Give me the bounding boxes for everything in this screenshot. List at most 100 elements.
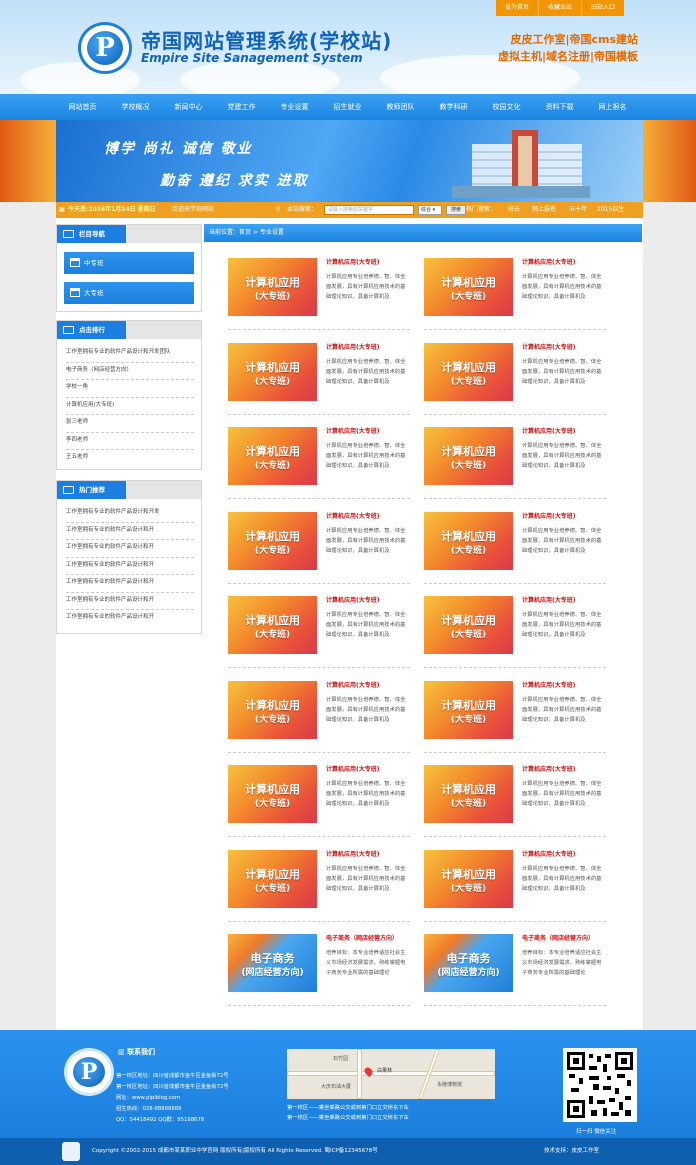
major-title-link[interactable]: 计算机应用(大专班) [522, 513, 576, 521]
major-title-link[interactable]: 计算机应用(大专班) [326, 513, 380, 521]
nav-enrollment[interactable]: 招生就业 [321, 94, 374, 120]
building-icon [70, 258, 80, 267]
list-item[interactable]: 李四老师 [66, 433, 194, 450]
major-card[interactable]: 计算机应用 (大专班) 计算机应用(大专班) 计算机应用专业培养德、智、体全面发展，具… [424, 596, 606, 668]
major-title-link[interactable]: 计算机应用(大专班) [326, 344, 380, 352]
phone-line: 招生热线：028-88888888 [116, 1106, 182, 1112]
major-card[interactable]: 计算机应用 (大专班) 计算机应用(大专班) 计算机应用专业培养德、智、体全面发展，具… [228, 427, 410, 499]
footer-logo: P [64, 1048, 114, 1096]
major-title-link[interactable]: 电子商务（网店经营方向） [326, 935, 398, 943]
major-thumbnail[interactable]: 计算机应用 (大专班) [424, 849, 513, 908]
major-card[interactable]: 计算机应用 (大专班) 计算机应用(大专班) 计算机应用专业培养德、智、体全面发展，具… [424, 511, 606, 584]
major-thumbnail[interactable]: 计算机应用 (大专班) [228, 511, 317, 570]
list-item[interactable]: 工作室拥有专业的软件产品设计和开 [66, 540, 194, 558]
major-title-link[interactable]: 计算机应用(大专班) [326, 682, 380, 690]
major-card[interactable]: 计算机应用 (大专班) 计算机应用(大专班) 计算机应用专业培养德、智、体全面发展，具… [424, 427, 606, 499]
major-title-link[interactable]: 计算机应用(大专班) [522, 766, 576, 774]
major-thumbnail[interactable]: 计算机应用 (大专班) [228, 849, 317, 908]
major-card[interactable]: 计算机应用 (大专班) 计算机应用(大专班) 计算机应用专业培养德、智、体全面发展，具… [228, 342, 410, 415]
major-thumbnail[interactable]: 计算机应用 (大专班) [424, 511, 513, 570]
major-title-link[interactable]: 计算机应用(大专班) [522, 344, 576, 352]
major-card[interactable]: 电子商务 (网店经营方向) 电子商务（网店经营方向） 培养目标：本专业培养适应社会主义… [228, 934, 410, 1006]
building-icon [70, 288, 80, 297]
major-thumbnail[interactable]: 计算机应用 (大专班) [228, 680, 317, 739]
major-card[interactable]: 计算机应用 (大专班) 计算机应用(大专班) 计算机应用专业培养德、智、体全面发展，具… [228, 765, 410, 837]
list-item[interactable]: 工作室拥有专业的软件产品设计和开 [66, 610, 194, 628]
list-item[interactable]: 学校一角 [66, 380, 194, 398]
major-thumbnail[interactable]: 计算机应用 (大专班) [424, 258, 513, 316]
hot-term[interactable]: 校长 [508, 202, 520, 218]
hot-term[interactable]: 2015招生 [597, 202, 624, 218]
major-card[interactable]: 计算机应用 (大专班) 计算机应用(大专班) 计算机应用专业培养德、智、体全面发展，具… [228, 680, 410, 753]
major-card[interactable]: 计算机应用 (大专班) 计算机应用(大专班) 计算机应用专业培养德、智、体全面发展，具… [228, 258, 410, 330]
major-card[interactable]: 计算机应用 (大专班) 计算机应用(大专班) 计算机应用专业培养德、智、体全面发展，具… [424, 849, 606, 922]
major-card[interactable]: 计算机应用 (大专班) 计算机应用(大专班) 计算机应用专业培养德、智、体全面发展，具… [424, 765, 606, 837]
nav-about[interactable]: 学校概况 [109, 94, 162, 120]
major-card[interactable]: 计算机应用 (大专班) 计算机应用(大专班) 计算机应用专业培养德、智、体全面发展，具… [228, 849, 410, 922]
major-thumbnail[interactable]: 计算机应用 (大专班) [424, 765, 513, 823]
major-title-link[interactable]: 计算机应用(大专班) [326, 851, 380, 859]
major-title-link[interactable]: 计算机应用(大专班) [522, 259, 576, 267]
school-logo[interactable]: P [78, 22, 132, 74]
major-thumbnail[interactable]: 计算机应用 (大专班) [228, 427, 317, 485]
major-card[interactable]: 计算机应用 (大专班) 计算机应用(大专班) 计算机应用专业培养德、智、体全面发展，具… [228, 596, 410, 668]
list-item[interactable]: 工作室拥有专业的软件产品设计和开发团队 [66, 345, 194, 363]
major-title-link[interactable]: 计算机应用(大专班) [522, 851, 576, 859]
list-icon [63, 486, 74, 494]
sidebar-item-college[interactable]: 大专班 [64, 282, 194, 304]
nav-research[interactable]: 教学科研 [427, 94, 480, 120]
search-button[interactable]: 搜索 [446, 205, 466, 215]
major-thumbnail[interactable]: 计算机应用 (大专班) [424, 427, 513, 485]
nav-majors[interactable]: 专业设置 [268, 94, 321, 120]
major-title-link[interactable]: 计算机应用(大专班) [326, 259, 380, 267]
major-card[interactable]: 计算机应用 (大专班) 计算机应用(大专班) 计算机应用专业培养德、智、体全面发展，具… [424, 258, 606, 330]
search-scope-select[interactable]: 综合 ▾ [418, 205, 442, 215]
sidebar-item-secondary[interactable]: 中专班 [64, 252, 194, 274]
major-thumbnail[interactable]: 计算机应用 (大专班) [424, 680, 513, 739]
list-item[interactable]: 王五老师 [66, 450, 194, 468]
major-thumbnail[interactable]: 计算机应用 (大专班) [424, 596, 513, 654]
major-thumbnail[interactable]: 计算机应用 (大专班) [228, 765, 317, 823]
major-title-link[interactable]: 计算机应用(大专班) [522, 428, 576, 436]
major-title-link[interactable]: 计算机应用(大专班) [522, 597, 576, 605]
nav-apply[interactable]: 网上报名 [586, 94, 639, 120]
list-item[interactable]: 工作室拥有专业的软件产品设计和开发 [66, 505, 194, 523]
bookmark-link[interactable]: 收藏本站 [537, 0, 581, 16]
nav-culture[interactable]: 校园文化 [480, 94, 533, 120]
nav-downloads[interactable]: 资料下载 [533, 94, 586, 120]
search-input[interactable]: 请输入搜索的关键字 [324, 205, 414, 215]
nav-teachers[interactable]: 教师团队 [374, 94, 427, 120]
list-item[interactable]: 工作室拥有专业的软件产品设计和开 [66, 523, 194, 540]
list-item[interactable]: 张三老师 [66, 415, 194, 433]
nav-home[interactable]: 网站首页 [56, 94, 109, 120]
nav-news[interactable]: 新闻中心 [162, 94, 215, 120]
major-thumbnail[interactable]: 电子商务 (网店经营方向) [228, 934, 317, 992]
sidebar-hot-title: 热门推荐 [79, 486, 105, 494]
major-thumbnail[interactable]: 计算机应用 (大专班) [228, 596, 317, 654]
list-item[interactable]: 计算机应用(大专班) [66, 398, 194, 415]
list-item[interactable]: 工作室拥有专业的软件产品设计和开 [66, 575, 194, 593]
major-title-link[interactable]: 计算机应用(大专班) [522, 682, 576, 690]
old-site-link[interactable]: 旧站入口 [580, 0, 624, 16]
set-homepage-link[interactable]: 设为首页 [496, 0, 538, 16]
major-thumbnail[interactable]: 计算机应用 (大专班) [228, 342, 317, 401]
hot-term[interactable]: 网上报名 [532, 202, 556, 218]
major-card[interactable]: 计算机应用 (大专班) 计算机应用(大专班) 计算机应用专业培养德、智、体全面发展，具… [228, 511, 410, 584]
major-card[interactable]: 计算机应用 (大专班) 计算机应用(大专班) 计算机应用专业培养德、智、体全面发展，具… [424, 680, 606, 753]
major-title-link[interactable]: 电子商务（网店经营方向） [522, 935, 594, 943]
major-card[interactable]: 计算机应用 (大专班) 计算机应用(大专班) 计算机应用专业培养德、智、体全面发展，具… [424, 342, 606, 415]
list-item[interactable]: 工作室拥有专业的软件产品设计和开 [66, 593, 194, 610]
nav-party[interactable]: 党建工作 [215, 94, 268, 120]
major-thumbnail[interactable]: 计算机应用 (大专班) [424, 342, 513, 401]
banner-slogan-1: 博学 尚礼 诚信 敬业 [104, 141, 253, 157]
list-item[interactable]: 电子商务（网店经营方向） [66, 363, 194, 380]
hot-term[interactable]: 五十年 [569, 202, 587, 218]
major-thumbnail[interactable]: 计算机应用 (大专班) [228, 258, 317, 316]
major-title-link[interactable]: 计算机应用(大专班) [326, 428, 380, 436]
list-item[interactable]: 工作室拥有专业的软件产品设计和开 [66, 558, 194, 575]
major-card[interactable]: 电子商务 (网店经营方向) 电子商务（网店经营方向） 培养目标：本专业培养适应社会主义… [424, 934, 606, 1006]
major-thumbnail[interactable]: 电子商务 (网店经营方向) [424, 934, 513, 992]
major-title-link[interactable]: 计算机应用(大专班) [326, 766, 380, 774]
major-title-link[interactable]: 计算机应用(大专班) [326, 597, 380, 605]
location-map[interactable]: 石竹园 白果林 大庆石油大厦 永陵博物馆 [287, 1049, 495, 1099]
